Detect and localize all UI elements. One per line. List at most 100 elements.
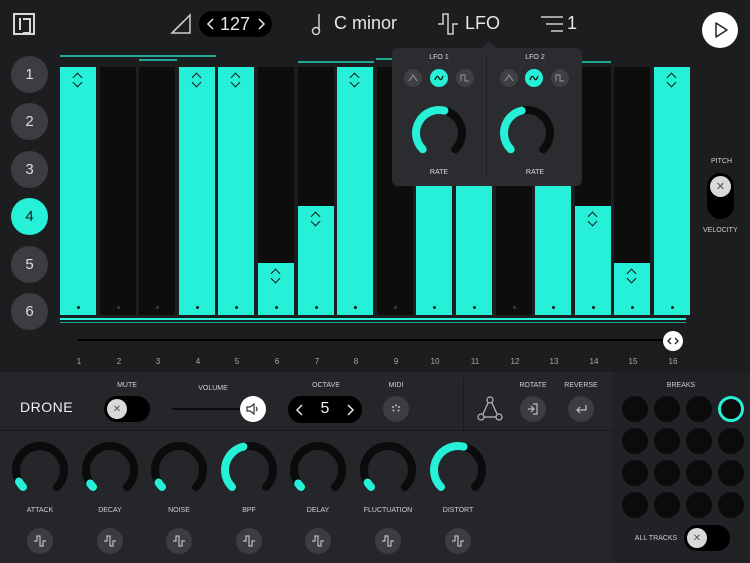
lfo1-rate-knob[interactable] [404,105,474,161]
tempo-decrease-icon[interactable] [205,17,215,31]
break-slot[interactable] [654,428,680,454]
track-button-6[interactable]: 6 [11,293,48,330]
drag-handle-icon[interactable] [667,73,677,85]
volume-handle[interactable] [240,396,266,422]
midi-button[interactable] [383,396,409,422]
decay-lfo-assign-button[interactable] [97,528,123,554]
break-slot[interactable] [718,396,744,422]
break-slot[interactable] [622,396,648,422]
mute-toggle[interactable]: ✕ [104,396,150,422]
fluctuation-lfo-assign-button[interactable] [375,528,401,554]
drag-handle-icon[interactable] [192,73,202,85]
distort-knob[interactable] [428,440,488,500]
tempo-value[interactable]: 127 [216,14,254,35]
step-number: 9 [393,357,399,366]
delay-lfo-assign-button[interactable] [305,528,331,554]
lfo2-rate-knob[interactable] [500,105,570,161]
break-slot[interactable] [718,428,744,454]
noise-lfo-assign-button[interactable] [166,528,192,554]
lfo-wave-icon[interactable] [437,12,459,36]
lfo1-wave-triangle[interactable] [404,69,422,87]
bpf-knob[interactable] [219,440,279,500]
step-level-bar[interactable] [654,67,690,315]
track-button-2[interactable]: 2 [11,103,48,140]
lfo2-wave-triangle[interactable] [500,69,518,87]
pattern-count[interactable]: 1 [567,13,577,34]
lfo2-wave-square[interactable] [551,69,569,87]
track-button-3[interactable]: 3 [11,151,48,188]
break-slot[interactable] [686,460,712,486]
tempo-increase-icon[interactable] [257,17,267,31]
step-column[interactable] [337,67,373,315]
track-button-1[interactable]: 1 [11,56,48,93]
drag-handle-icon[interactable] [627,269,637,281]
drag-handle-icon[interactable] [311,212,321,224]
step-level-bar[interactable] [218,67,254,315]
play-button[interactable] [702,12,738,48]
step-level-bar[interactable] [575,206,611,315]
drag-handle-icon[interactable] [271,269,281,281]
drag-handle-icon[interactable] [231,73,241,85]
break-slot[interactable] [718,492,744,518]
pitch-velocity-toggle[interactable]: ✕ [707,173,734,219]
note-icon [311,14,321,36]
step-scrub-handle[interactable] [663,331,683,351]
step-scrub-track[interactable] [78,339,670,341]
step-level-bar[interactable] [337,67,373,315]
break-slot[interactable] [686,492,712,518]
break-slot[interactable] [686,428,712,454]
step-column[interactable] [258,67,294,315]
decay-knob[interactable] [80,440,140,500]
drag-handle-icon[interactable] [588,212,598,224]
break-slot[interactable] [718,460,744,486]
euclidean-icon[interactable] [476,395,504,423]
volume-slider[interactable] [172,408,250,410]
break-slot[interactable] [622,492,648,518]
knob-value-arc [154,478,167,491]
lfo2-wave-sine[interactable] [525,69,543,87]
drag-handle-icon[interactable] [73,73,83,85]
bpf-lfo-assign-button[interactable] [236,528,262,554]
step-level-bar[interactable] [179,67,215,315]
step-level-bar[interactable] [60,67,96,315]
lfo1-wave-sine[interactable] [430,69,448,87]
app-logo-icon[interactable] [13,13,35,35]
step-number: 1 [76,357,82,366]
fluctuation-knob[interactable] [358,440,418,500]
bpf-label: BPF [242,507,256,514]
break-slot[interactable] [654,492,680,518]
break-slot[interactable] [654,460,680,486]
step-column[interactable] [218,67,254,315]
pattern-lines-icon[interactable] [540,14,564,34]
step-column[interactable] [614,67,650,315]
step-column[interactable] [298,67,334,315]
attack-knob[interactable] [10,440,70,500]
rotate-button[interactable] [520,396,546,422]
step-column[interactable] [654,67,690,315]
midi-label: MIDI [388,382,404,389]
triangle-wave-icon [408,74,418,82]
step-column[interactable] [179,67,215,315]
break-slot[interactable] [622,460,648,486]
step-column[interactable] [100,67,136,315]
drag-handle-icon[interactable] [350,73,360,85]
noise-knob[interactable] [149,440,209,500]
track-button-5[interactable]: 5 [11,246,48,283]
track-button-4[interactable]: 4 [11,198,48,235]
attack-lfo-assign-button[interactable] [27,528,53,554]
delay-knob[interactable] [288,440,348,500]
step-column[interactable] [60,67,96,315]
lfo-wave-icon [382,535,394,547]
all-tracks-toggle[interactable]: ✕ [684,525,730,551]
octave-increase-icon[interactable] [346,403,356,417]
lfo1-wave-square[interactable] [456,69,474,87]
break-slot[interactable] [686,396,712,422]
break-slot[interactable] [622,428,648,454]
lfo-tab[interactable]: LFO [465,13,500,34]
step-level-bar[interactable] [298,206,334,315]
reverse-button[interactable] [568,396,594,422]
step-column[interactable] [139,67,175,315]
key-selector[interactable]: C minor [334,13,397,34]
distort-lfo-assign-button[interactable] [445,528,471,554]
break-slot[interactable] [654,396,680,422]
